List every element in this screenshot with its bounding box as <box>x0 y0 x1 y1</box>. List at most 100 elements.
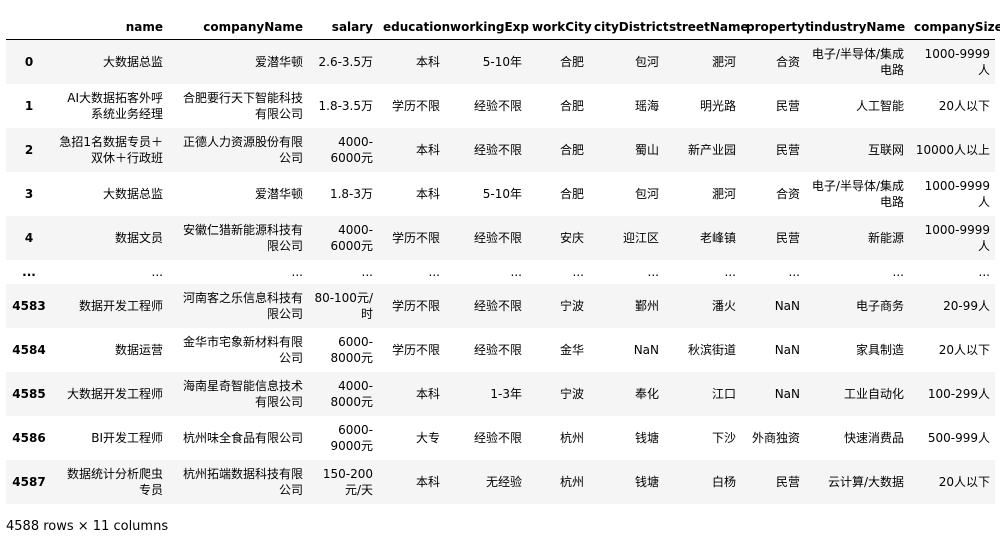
cell-propertyt: ... <box>741 260 805 284</box>
cell-education: 学历不限 <box>378 284 445 328</box>
cell-streetName: 秋滨街道 <box>687 343 736 357</box>
cell-name: 数据统计分析爬虫专员 <box>52 460 168 504</box>
cell-name: AI大数据拓客外呼系统业务经理 <box>67 91 163 121</box>
cell-cityDistrict: 钱塘 <box>589 460 664 504</box>
cell-propertyt: 合资 <box>741 39 805 84</box>
row-index: 0 <box>6 39 52 84</box>
column-header-companySize: companySize <box>909 10 1000 40</box>
cell-workingExp: 经验不限 <box>445 128 527 172</box>
cell-cityDistrict: 瑶海 <box>634 99 659 113</box>
cell-salary: 150-200元/天 <box>308 460 378 504</box>
cell-streetName: 下沙 <box>711 431 736 445</box>
table-header: name companyName salary education workin… <box>6 10 1000 40</box>
table-row: 1 AI大数据拓客外呼系统业务经理 合肥要行天下智能科技有限公司 1.8-3.5万 学历… <box>6 84 995 128</box>
cell-workCity: ... <box>527 260 589 284</box>
row-index: 4585 <box>6 372 52 416</box>
cell-workCity: 合肥 <box>527 128 589 172</box>
table-row: 4 数据文员 安徽仁猎新能源科技有限公司 4000-6000元 学历不限 经验不限 安庆 迎江… <box>6 216 995 260</box>
cell-streetName: 潘火 <box>664 284 741 328</box>
column-header-name: name <box>52 10 168 40</box>
column-header-salary: salary <box>308 10 378 40</box>
cell-streetName: 新产业园 <box>664 128 741 172</box>
cell-companyName: 爱潜华顿 <box>254 187 303 201</box>
cell-workingExp: 5-10年 <box>445 39 527 84</box>
cell-streetName: 白杨 <box>664 460 741 504</box>
cell-industryName: 人工智能 <box>855 99 904 113</box>
cell-workingExp: 1-3年 <box>445 372 527 416</box>
cell-cityDistrict: ... <box>589 260 664 284</box>
ellipsis-row: .................................... <box>6 260 995 284</box>
cell-salary: 4000-6000元 <box>308 128 378 172</box>
cell-name: ... <box>52 260 168 284</box>
cell-industryName: 互联网 <box>805 128 909 172</box>
cell-industryName: 工业自动化 <box>805 372 909 416</box>
header-row: name companyName salary education workin… <box>6 10 1000 40</box>
cell-workingExp: 经验不限 <box>473 343 522 357</box>
cell-salary: 1.8-3万 <box>329 187 373 201</box>
cell-education: 本科 <box>378 39 445 84</box>
column-header-industryName: industryName <box>805 10 909 40</box>
shape-summary: 4588 rows × 11 columns <box>6 519 169 534</box>
cell-workCity: 安庆 <box>527 216 589 260</box>
cell-workingExp: 经验不限 <box>445 216 527 260</box>
cell-companyName: 正德人力资源股份有限公司 <box>168 128 308 172</box>
cell-name: 大数据总监 <box>52 39 168 84</box>
table-row: 2 急招1名数据专员＋双休＋行政班 正德人力资源股份有限公司 4000-6000元 本科… <box>6 128 995 172</box>
cell-companySize: 1000-9999人 <box>924 179 990 209</box>
column-header-workingExp: workingExp <box>445 10 529 40</box>
cell-workCity: 杭州 <box>559 431 584 445</box>
row-index: 4586 <box>12 431 46 445</box>
cell-education: 学历不限 <box>391 99 440 113</box>
cell-propertyt: 民营 <box>775 99 800 113</box>
cell-workingExp: 经验不限 <box>473 99 522 113</box>
row-index: 4587 <box>6 460 52 504</box>
cell-workCity: 合肥 <box>559 187 584 201</box>
table-row: 4584 数据运营 金华市宅象新材料有限公司 6000-8000元 学历不限 经验不限 金华… <box>6 328 995 372</box>
cell-cityDistrict: 钱塘 <box>634 431 659 445</box>
column-header-propertyt: propertyt <box>741 10 811 40</box>
cell-cityDistrict: 包河 <box>589 39 664 84</box>
table-row: 4587 数据统计分析爬虫专员 杭州拓端数据科技有限公司 150-200元/天 本科 无经… <box>6 460 995 504</box>
cell-streetName: 淝河 <box>664 39 741 84</box>
cell-salary: 6000-9000元 <box>330 423 373 453</box>
cell-workCity: 杭州 <box>527 460 589 504</box>
column-header-education: education <box>378 10 450 40</box>
cell-workingExp: ... <box>445 260 527 284</box>
cell-companyName: 合肥要行天下智能科技有限公司 <box>182 91 303 121</box>
cell-industryName: ... <box>805 260 909 284</box>
cell-salary: ... <box>308 260 378 284</box>
cell-cityDistrict: 奉化 <box>589 372 664 416</box>
cell-salary: 6000-8000元 <box>330 335 373 365</box>
cell-cityDistrict: 迎江区 <box>589 216 664 260</box>
table-body: 0 大数据总监 爱潜华顿 2.6-3.5万 本科 5-10年 合肥 包河 淝河 合资 电子/半导体/… <box>6 39 995 504</box>
cell-workCity: 宁波 <box>527 284 589 328</box>
cell-industryName: 云计算/大数据 <box>805 460 909 504</box>
cell-name: 数据开发工程师 <box>52 284 168 328</box>
cell-companyName: 安徽仁猎新能源科技有限公司 <box>168 216 308 260</box>
cell-education: 学历不限 <box>378 216 445 260</box>
table-row: 4583 数据开发工程师 河南客之乐信息科技有限公司 80-100元/时 学历不限 经验不… <box>6 284 995 328</box>
column-header-companyName: companyName <box>168 10 308 40</box>
cell-companySize: 20人以下 <box>938 343 990 357</box>
row-index: 2 <box>6 128 52 172</box>
cell-industryName: 电子/半导体/集成电路 <box>811 179 904 209</box>
cell-propertyt: 合资 <box>775 187 800 201</box>
cell-cityDistrict: 鄞州 <box>589 284 664 328</box>
cell-industryName: 新能源 <box>805 216 909 260</box>
row-index: 3 <box>24 187 34 201</box>
cell-name: 大数据开发工程师 <box>52 372 168 416</box>
cell-companySize: 1000-9999人 <box>909 216 995 260</box>
cell-companySize: 1000-9999人 <box>909 39 995 84</box>
cell-name: 大数据总监 <box>102 187 163 201</box>
cell-cityDistrict: 蜀山 <box>589 128 664 172</box>
cell-companyName: 金华市宅象新材料有限公司 <box>182 335 303 365</box>
table-row: 0 大数据总监 爱潜华顿 2.6-3.5万 本科 5-10年 合肥 包河 淝河 合资 电子/半导体/… <box>6 39 995 84</box>
cell-education: ... <box>378 260 445 284</box>
cell-workingExp: 经验不限 <box>473 431 522 445</box>
cell-streetName: 明光路 <box>699 99 736 113</box>
cell-education: 大专 <box>415 431 440 445</box>
column-header-workCity: workCity <box>527 10 592 40</box>
cell-salary: 4000-8000元 <box>308 372 378 416</box>
cell-propertyt: 民营 <box>741 460 805 504</box>
cell-workCity: 合肥 <box>559 99 584 113</box>
